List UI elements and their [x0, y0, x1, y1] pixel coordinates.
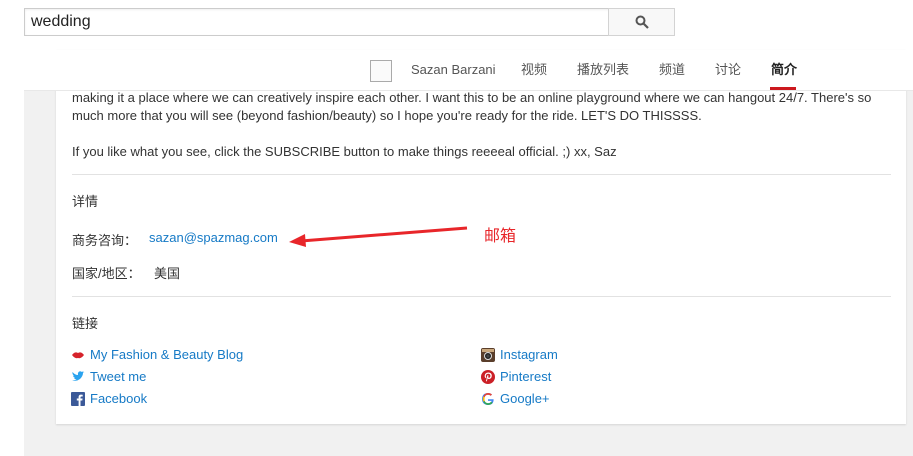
link-pinterest[interactable]: Pinterest	[481, 369, 551, 384]
tab-channels[interactable]: 频道	[659, 50, 685, 90]
tab-discussion[interactable]: 讨论	[715, 50, 741, 90]
channel-description: making it a place where we can creativel…	[72, 89, 892, 161]
link-googleplus[interactable]: Google+	[481, 391, 550, 406]
annotation-label: 邮箱	[484, 228, 517, 245]
country-value: 美国	[154, 266, 181, 281]
description-paragraph-1: making it a place where we can creativel…	[72, 90, 872, 123]
pinterest-icon	[481, 369, 495, 384]
link-instagram[interactable]: Instagram	[481, 347, 558, 362]
link-instagram-label: Instagram	[500, 347, 558, 362]
divider-2	[72, 296, 891, 297]
tab-about[interactable]: 简介	[771, 50, 797, 90]
facebook-icon	[71, 391, 85, 406]
instagram-icon	[481, 347, 495, 362]
twitter-icon	[72, 370, 85, 381]
lips-icon	[72, 351, 84, 358]
channel-nav: Sazan Barzani 视频 播放列表 频道 讨论 简介	[24, 50, 913, 91]
link-googleplus-label: Google+	[500, 391, 550, 406]
links-heading: 链接	[72, 316, 99, 331]
search-input[interactable]: wedding	[24, 8, 616, 36]
search-button[interactable]	[608, 8, 675, 36]
annotation-arrow	[289, 226, 468, 247]
business-email-link[interactable]: sazan@spazmag.com	[149, 230, 278, 245]
link-facebook[interactable]: Facebook	[71, 391, 147, 406]
link-pinterest-label: Pinterest	[500, 369, 552, 384]
google-icon	[482, 392, 494, 405]
search-icon	[635, 15, 649, 29]
search-bar: wedding	[24, 8, 675, 36]
divider-1	[72, 174, 891, 175]
tab-playlists[interactable]: 播放列表	[577, 50, 629, 90]
link-facebook-label: Facebook	[90, 391, 148, 406]
link-blog-label: My Fashion & Beauty Blog	[90, 347, 244, 362]
link-twitter[interactable]: Tweet me	[71, 369, 146, 384]
link-blog[interactable]: My Fashion & Beauty Blog	[71, 347, 243, 362]
link-twitter-label: Tweet me	[90, 369, 147, 384]
channel-name[interactable]: Sazan Barzani	[411, 50, 496, 90]
country-label: 国家/地区：	[72, 266, 141, 281]
channel-avatar[interactable]	[370, 60, 392, 82]
details-heading: 详情	[72, 194, 99, 209]
business-inquiry-label: 商务咨询：	[72, 233, 138, 248]
description-paragraph-2: If you like what you see, click the SUBS…	[72, 144, 617, 159]
tab-videos[interactable]: 视频	[521, 50, 547, 90]
